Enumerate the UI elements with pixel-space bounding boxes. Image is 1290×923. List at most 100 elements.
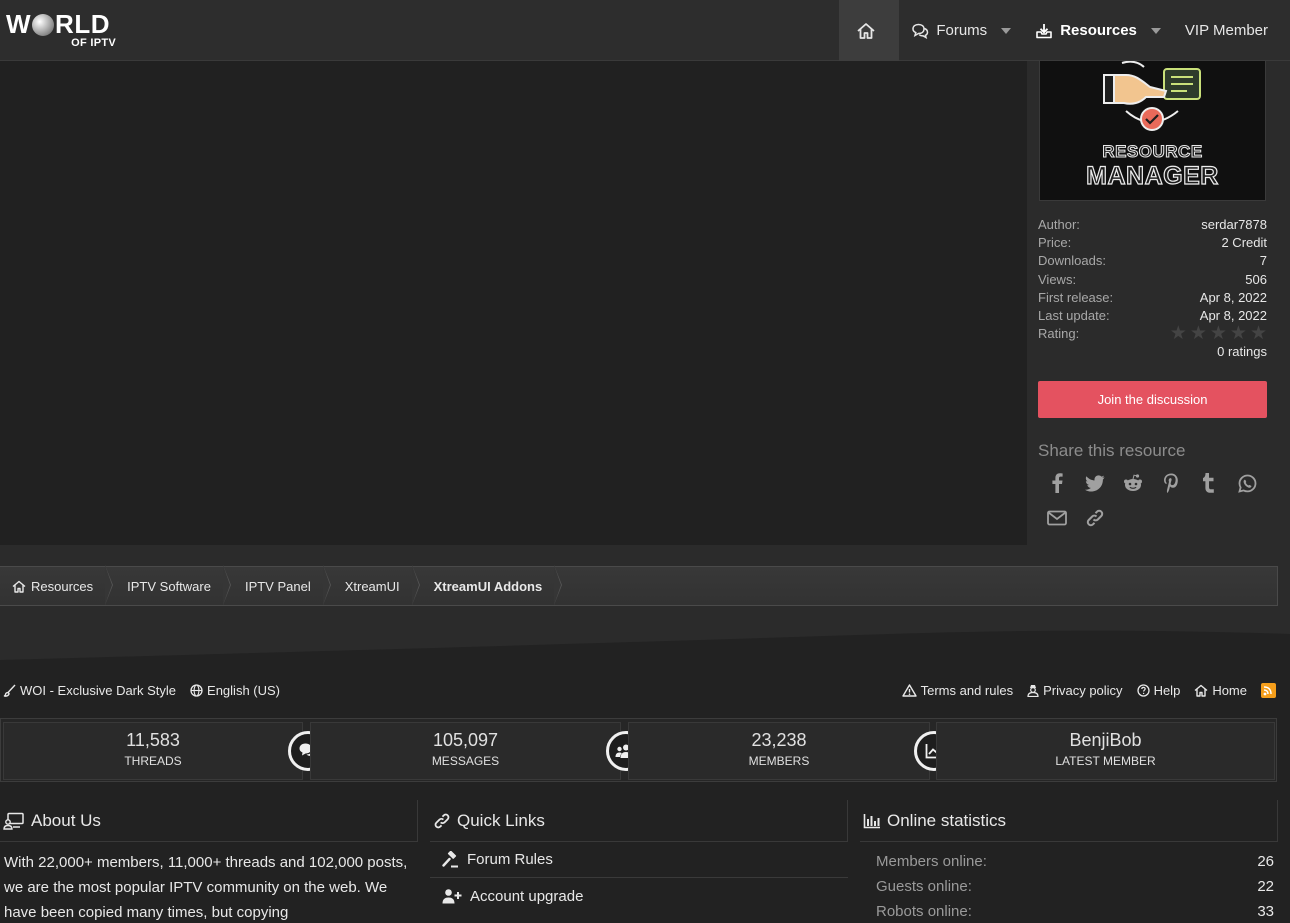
quick-link-account-upgrade[interactable]: Account upgrade [430,878,848,914]
stat-label: LATEST MEMBER [1055,754,1156,768]
footer-link-label: Help [1153,683,1181,698]
stat-number: 105,097 [432,730,499,750]
resource-content-panel [0,61,1027,545]
about-us-heading: About Us [0,800,418,842]
site-header: W RLD OF IPTV Forums Resources VIP Member [0,0,1290,61]
breadcrumb-xtreamui[interactable]: XtreamUI [325,565,420,606]
facebook-icon[interactable] [1047,473,1067,493]
bar-chart-icon [863,813,880,828]
rss-icon[interactable] [1261,683,1276,698]
stat-number: 11,583 [126,730,180,750]
home-icon [1194,684,1208,697]
reddit-icon[interactable] [1123,473,1143,493]
logo-subtext: OF IPTV [71,37,116,49]
quick-link-label: Account upgrade [470,887,584,905]
warning-icon [901,684,917,697]
footer-link-privacy[interactable]: Privacy policy [1027,683,1123,698]
breadcrumb-label: Resources [31,578,94,594]
nav-vip-label: VIP Member [1184,22,1268,39]
info-label: Author: [1038,217,1080,232]
footer-link-terms[interactable]: Terms and rules [901,683,1014,698]
resource-image-title: RESOURCE [1102,142,1203,162]
quick-link-forum-rules[interactable]: Forum Rules [430,842,848,878]
nav-resources[interactable]: Resources [1023,0,1173,61]
footer-link-label: Terms and rules [920,683,1014,698]
breadcrumb-label: XtreamUI [344,578,400,594]
quick-link-label: Forum Rules [467,851,553,868]
breadcrumb-label: IPTV Software [127,578,211,594]
gavel-icon [442,851,458,868]
star-icon: ★ [1189,323,1207,345]
footer-link-label: Privacy policy [1043,683,1123,698]
star-icon: ★ [1209,323,1227,345]
footer-link-help[interactable]: Help [1136,683,1181,698]
breadcrumb-iptv-panel[interactable]: IPTV Panel [225,565,331,606]
whatsapp-icon[interactable] [1237,473,1257,493]
email-icon[interactable] [1047,508,1067,528]
forum-stats-bar: 11,583 THREADS 105,097 MESSAGES 23,238 M… [0,718,1277,782]
share-buttons [1047,473,1257,493]
comments-icon [912,23,929,39]
style-chooser[interactable]: WOI - Exclusive Dark Style [3,683,176,698]
star-icon: ★ [1249,323,1267,345]
online-stat-label: Robots online: [876,903,972,920]
globe-icon [32,14,55,36]
stat-threads: 11,583 THREADS [3,722,303,780]
breadcrumb-label: IPTV Panel [244,578,311,594]
ratings-count: 0 ratings [1217,344,1267,360]
footer-link-home[interactable]: Home [1194,683,1247,698]
nav-forums[interactable]: Forums [899,0,1023,61]
rating-stars: ★ ★ ★ ★ ★ [1169,323,1267,345]
twitter-icon[interactable] [1085,473,1105,493]
info-row-downloads: Downloads: 7 [1038,252,1267,270]
quick-links-heading: Quick Links [430,800,848,842]
online-statistics-heading: Online statistics [860,800,1278,842]
share-buttons-row-2 [1047,508,1105,528]
breadcrumb-label: XtreamUI Addons [433,578,543,594]
home-icon [857,22,875,39]
stat-label: THREADS [124,754,182,768]
site-logo[interactable]: W RLD OF IPTV [6,10,118,52]
question-circle-icon [1136,684,1150,697]
breadcrumb-iptv-software[interactable]: IPTV Software [107,565,231,606]
online-statistics-title: Online statistics [887,810,1007,830]
home-icon [12,580,26,593]
quick-links-column: Quick Links Forum Rules Account upgrade [430,800,848,914]
language-chooser[interactable]: English (US) [190,683,280,698]
info-label: Rating: [1038,326,1080,342]
pinterest-icon[interactable] [1161,473,1181,493]
resource-sidebar: RESOURCE MANAGER Author: serdar7878 Price… [1027,61,1277,545]
breadcrumb-xtreamui-addons[interactable]: XtreamUI Addons [414,565,562,606]
info-label: Views: [1038,271,1077,287]
join-discussion-button[interactable]: Join the discussion [1038,381,1267,418]
chevron-down-icon[interactable] [1001,27,1012,34]
star-icon: ★ [1169,323,1187,345]
nav-vip-member[interactable]: VIP Member [1173,0,1290,61]
online-stat-value: 22 [1257,878,1274,895]
share-title: Share this resource [1038,441,1186,460]
chevron-down-icon[interactable] [1150,27,1161,34]
resource-image-subtitle: MANAGER [1086,161,1219,190]
author-link[interactable]: serdar7878 [1201,216,1267,234]
breadcrumb-resources[interactable]: Resources [0,565,114,606]
download-box-icon [1036,23,1052,38]
tumblr-icon[interactable] [1199,473,1219,493]
user-plus-icon [442,889,462,904]
language-chooser-label: English (US) [207,683,280,698]
link-icon[interactable] [1085,508,1105,528]
stat-messages: 105,097 MESSAGES [310,722,621,780]
user-secret-icon [1027,685,1039,697]
breadcrumb: Resources IPTV Software IPTV Panel Xtrea… [0,565,1278,606]
online-stat-robots: Robots online: 33 [860,899,1278,923]
resource-info-list: Author: serdar7878 Price: 2 Credit Downloa… [1038,216,1267,361]
info-value: 506 [1245,271,1267,287]
nav-home[interactable] [839,0,900,61]
latest-member-link[interactable]: BenjiBob [937,730,1274,751]
resource-icon-image: RESOURCE MANAGER [1039,61,1266,201]
info-row-author: Author: serdar7878 [1038,216,1267,234]
footer-links-bar: WOI - Exclusive Dark Style English (US) … [0,680,1290,702]
paint-brush-icon [3,684,16,697]
info-value: 7 [1259,253,1267,269]
nav-forums-label: Forums [936,22,988,39]
online-stat-label: Guests online: [876,878,972,895]
